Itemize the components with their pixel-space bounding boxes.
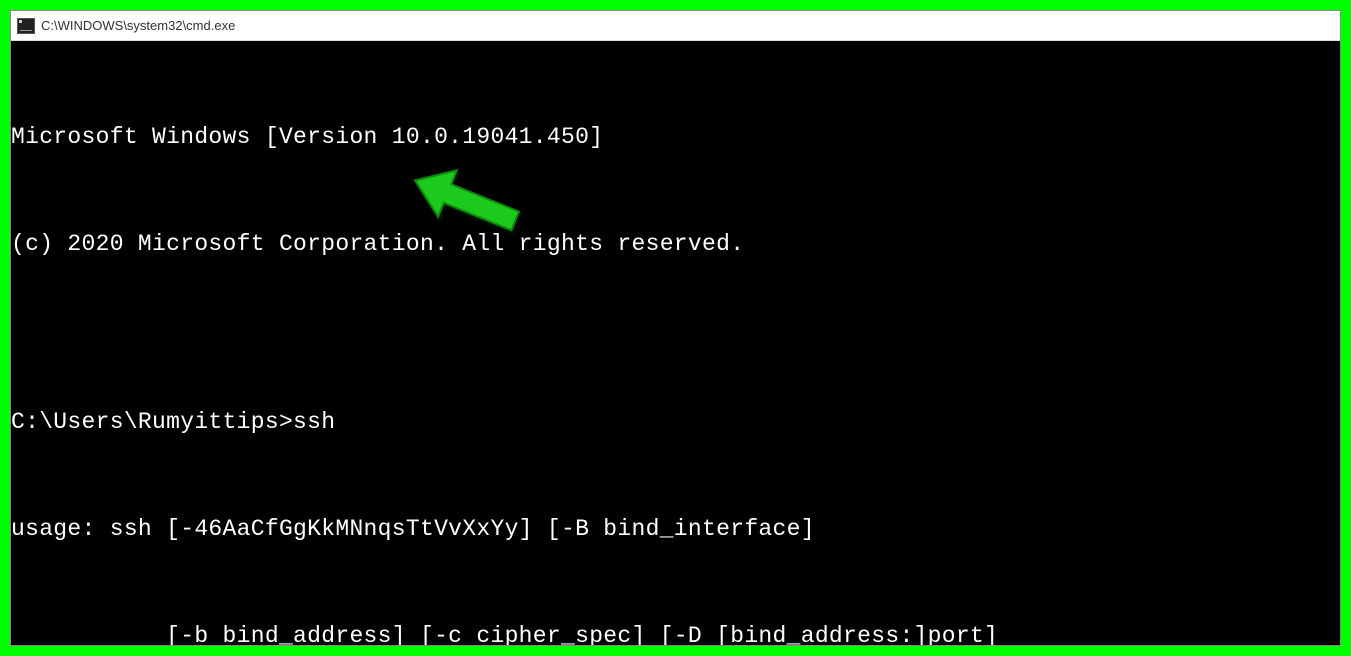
terminal-area[interactable]: Microsoft Windows [Version 10.0.19041.45…: [11, 41, 1340, 645]
titlebar[interactable]: C:\WINDOWS\system32\cmd.exe: [11, 11, 1340, 41]
cmd-window: C:\WINDOWS\system32\cmd.exe Microsoft Wi…: [10, 10, 1341, 646]
terminal-line: (c) 2020 Microsoft Corporation. All righ…: [11, 227, 1340, 263]
terminal-line: Microsoft Windows [Version 10.0.19041.45…: [11, 120, 1340, 156]
terminal-line: C:\Users\Rumyittips>ssh: [11, 405, 1340, 441]
terminal-line: usage: ssh [-46AaCfGgKkMNnqsTtVvXxYy] [-…: [11, 512, 1340, 548]
terminal-line: [-b bind_address] [-c cipher_spec] [-D […: [11, 619, 1340, 645]
window-title: C:\WINDOWS\system32\cmd.exe: [41, 18, 235, 33]
arrow-annotation-icon: [401, 166, 531, 236]
cmd-icon: [17, 18, 35, 34]
